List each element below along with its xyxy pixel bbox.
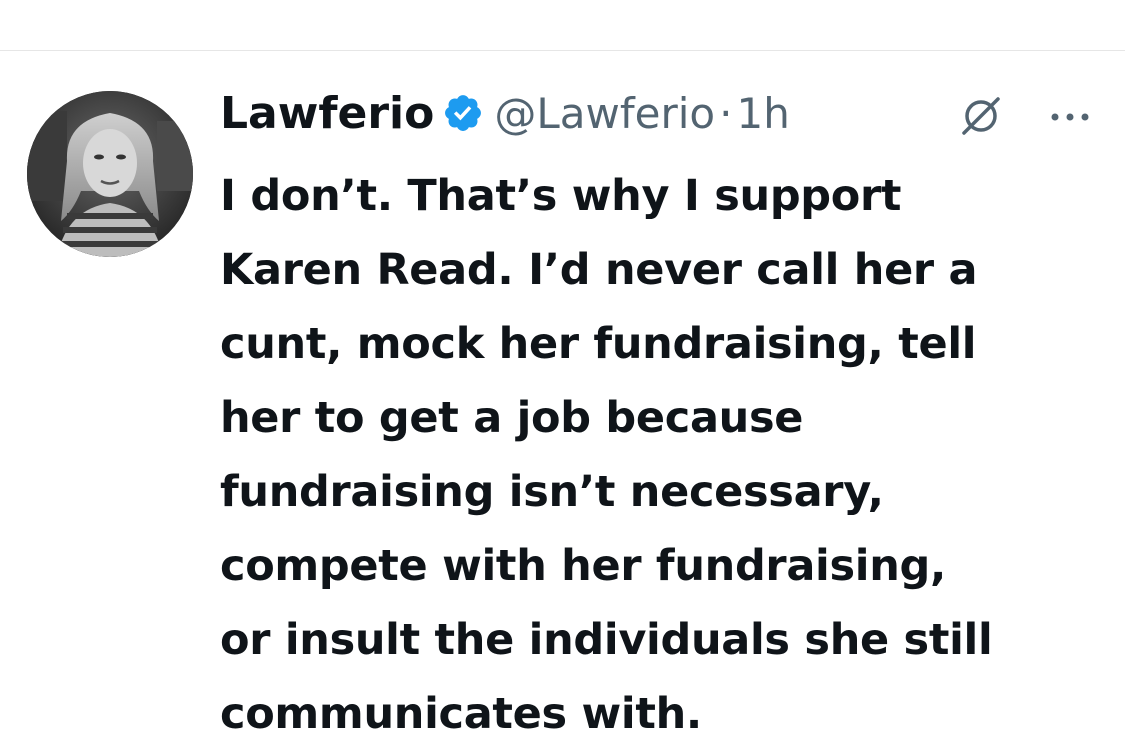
- tweet-text: I don’t. That’s why I support Karen Read…: [220, 159, 1110, 751]
- more-options-icon[interactable]: [1046, 107, 1094, 127]
- tweet-text-line: fundraising isn’t necessary,: [220, 467, 884, 517]
- avatar-photo: [27, 91, 193, 257]
- tweet-text-line: her to get a job because: [220, 393, 804, 443]
- author-display-name[interactable]: Lawferio: [220, 88, 434, 139]
- tweet-text-line: communicates with.: [220, 689, 702, 739]
- grok-icon[interactable]: [958, 93, 1004, 139]
- tweet-text-line: I don’t. That’s why I support: [220, 171, 902, 221]
- tweet[interactable]: Lawferio @Lawferio · 1h I don’t. That’s …: [0, 51, 1125, 749]
- separator-dot: ·: [719, 88, 733, 138]
- tweet-header: Lawferio @Lawferio · 1h: [220, 85, 790, 141]
- avatar[interactable]: [27, 91, 193, 257]
- tweet-text-line: Karen Read. I’d never call her a: [220, 245, 978, 295]
- author-handle[interactable]: @Lawferio: [494, 89, 715, 138]
- tweet-timestamp[interactable]: 1h: [736, 89, 789, 138]
- tweet-text-line: compete with her fundraising,: [220, 541, 947, 591]
- tweet-text-line: or insult the individuals she still: [220, 615, 993, 665]
- tweet-text-line: cunt, mock her fundraising, tell: [220, 319, 977, 369]
- verified-badge-icon[interactable]: [442, 92, 484, 134]
